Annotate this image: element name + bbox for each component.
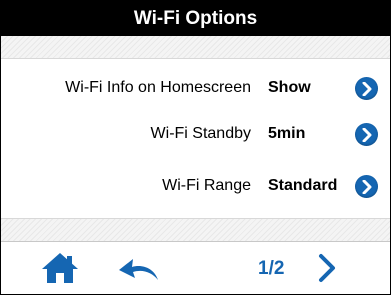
setting-label: Wi-Fi Info on Homescreen bbox=[65, 79, 251, 96]
footer-spacer bbox=[1, 218, 390, 241]
setting-value: 5min bbox=[268, 125, 306, 142]
home-icon[interactable] bbox=[41, 252, 79, 289]
header-spacer bbox=[1, 36, 390, 59]
setting-label: Wi-Fi Range bbox=[162, 177, 251, 194]
page-title: Wi-Fi Options bbox=[1, 1, 390, 36]
wifi-options-screen: Wi-Fi Options Wi-Fi Info on Homescreen S… bbox=[0, 0, 391, 295]
chevron-right-circle-icon[interactable] bbox=[355, 123, 378, 146]
back-arrow-icon[interactable] bbox=[118, 256, 160, 287]
chevron-right-icon[interactable] bbox=[317, 253, 337, 288]
bottom-nav: 1/2 bbox=[1, 241, 390, 294]
chevron-right-circle-icon[interactable] bbox=[355, 77, 378, 100]
setting-value: Standard bbox=[268, 177, 338, 194]
page-indicator: 1/2 bbox=[258, 258, 285, 279]
setting-value: Show bbox=[268, 79, 311, 96]
setting-row-wifi-range[interactable]: Wi-Fi Range Standard bbox=[1, 166, 390, 206]
chevron-right-circle-icon[interactable] bbox=[355, 175, 378, 198]
setting-label: Wi-Fi Standby bbox=[150, 125, 251, 142]
setting-row-wifi-info-homescreen[interactable]: Wi-Fi Info on Homescreen Show bbox=[1, 68, 390, 108]
setting-row-wifi-standby[interactable]: Wi-Fi Standby 5min bbox=[1, 114, 390, 154]
